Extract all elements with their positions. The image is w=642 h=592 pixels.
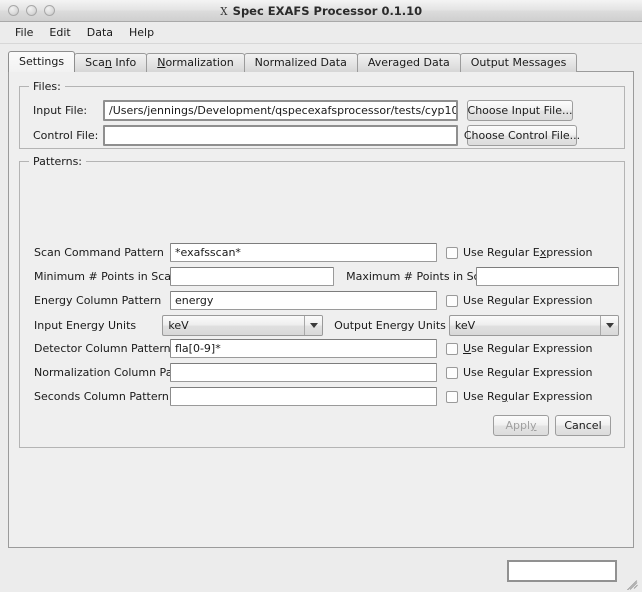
detector-column-row: Detector Column Pattern fla[0-9]* Use Re…	[34, 339, 609, 358]
energy-column-row: Energy Column Pattern energy Use Regular…	[34, 291, 609, 310]
seconds-column-row: Seconds Column Pattern Use Regular Expre…	[34, 387, 609, 406]
tab-output-messages-label: Output Messages	[470, 56, 567, 69]
resize-grip-icon[interactable]	[627, 577, 640, 590]
status-bar	[0, 550, 642, 592]
cancel-button[interactable]: Cancel	[555, 415, 611, 436]
energy-units-row: Input Energy Units keV Output Energy Uni…	[34, 315, 619, 336]
checkbox-box	[446, 246, 458, 259]
seconds-column-regex-label: Use Regular Expression	[463, 390, 593, 403]
detector-column-regex-checkbox[interactable]: Use Regular Expression	[446, 342, 592, 355]
chevron-down-icon[interactable]	[600, 316, 618, 335]
tab-settings-label: Settings	[19, 55, 65, 68]
files-group: Files: Input File: /Users/jennings/Devel…	[19, 80, 625, 149]
tab-averaged-data[interactable]: Averaged Data	[356, 53, 461, 72]
window-title-text: Spec EXAFS Processor 0.1.10	[232, 4, 423, 18]
max-points-label: Maximum # Points in Scan	[346, 270, 494, 283]
normalization-column-regex-label: Use Regular Expression	[463, 366, 593, 379]
control-file-label: Control File:	[33, 129, 99, 142]
settings-panel: Files: Input File: /Users/jennings/Devel…	[8, 71, 634, 548]
output-energy-units-label: Output Energy Units	[334, 319, 446, 332]
checkbox-box	[446, 342, 458, 355]
scan-command-label: Scan Command Pattern	[34, 246, 164, 259]
control-file-field[interactable]	[103, 125, 458, 146]
tab-scan-info[interactable]: Scan Info	[74, 53, 148, 72]
menu-edit[interactable]: Edit	[42, 24, 77, 41]
normalization-column-regex-checkbox[interactable]: Use Regular Expression	[446, 366, 592, 379]
checkbox-box	[446, 390, 458, 403]
detector-column-label: Detector Column Pattern	[34, 342, 171, 355]
patterns-actions: Apply Cancel	[493, 415, 611, 436]
input-energy-units-combo[interactable]: keV	[162, 315, 324, 336]
input-file-label: Input File:	[33, 104, 88, 117]
tab-normalization[interactable]: Normalization	[146, 53, 245, 72]
window-title: X Spec EXAFS Processor 0.1.10	[0, 0, 642, 22]
input-file-field[interactable]: /Users/jennings/Development/qspecexafspr…	[103, 100, 458, 121]
detector-column-input[interactable]: fla[0-9]*	[170, 339, 437, 358]
scan-command-regex-label: Use Regular Expression	[463, 246, 593, 259]
tab-averaged-data-label: Averaged Data	[367, 56, 450, 69]
choose-control-file-button[interactable]: Choose Control File...	[464, 125, 580, 146]
input-file-row: Input File: /Users/jennings/Development/…	[33, 100, 613, 121]
tab-normalized-data-label: Normalized Data	[254, 56, 347, 69]
points-range-row: Minimum # Points in Scan Maximum # Point…	[34, 267, 619, 286]
chevron-down-icon[interactable]	[304, 316, 323, 335]
energy-column-regex-checkbox[interactable]: Use Regular Expression	[446, 294, 592, 307]
tab-normalized-data[interactable]: Normalized Data	[243, 53, 358, 72]
choose-input-file-button[interactable]: Choose Input File...	[467, 100, 573, 121]
menu-data[interactable]: Data	[80, 24, 120, 41]
apply-button-label: Apply	[505, 419, 537, 432]
input-energy-units-value: keV	[168, 319, 189, 332]
checkbox-box	[446, 294, 458, 307]
seconds-column-label: Seconds Column Pattern	[34, 390, 169, 403]
scan-command-regex-checkbox[interactable]: Use Regular Expression	[446, 246, 592, 259]
tab-strip: Settings Scan Info Normalization Normali…	[8, 51, 642, 72]
apply-button[interactable]: Apply	[493, 415, 549, 436]
detector-column-regex-label: Use Regular Expression	[463, 342, 593, 355]
menu-bar: File Edit Data Help	[0, 22, 642, 44]
seconds-column-input[interactable]	[170, 387, 437, 406]
energy-column-label: Energy Column Pattern	[34, 294, 162, 307]
scan-command-input[interactable]: *exafsscan*	[170, 243, 437, 262]
energy-column-regex-label: Use Regular Expression	[463, 294, 593, 307]
patterns-group: Patterns: Scan Command Pattern *exafssca…	[19, 155, 625, 448]
normalization-column-input[interactable]	[170, 363, 437, 382]
output-energy-units-value: keV	[454, 319, 476, 332]
normalization-column-label: Normalization Column Pattern	[34, 366, 200, 379]
files-group-legend: Files:	[29, 80, 65, 93]
min-points-input[interactable]	[170, 267, 335, 286]
normalization-column-row: Normalization Column Pattern Use Regular…	[34, 363, 609, 382]
max-points-input[interactable]	[476, 267, 619, 286]
menu-help[interactable]: Help	[122, 24, 161, 41]
energy-column-input[interactable]: energy	[170, 291, 437, 310]
output-energy-units-combo[interactable]: keV	[448, 315, 619, 336]
tab-normalization-label: Normalization	[157, 56, 234, 69]
input-energy-units-label: Input Energy Units	[34, 319, 137, 332]
tab-settings[interactable]: Settings	[8, 51, 76, 72]
tab-output-messages[interactable]: Output Messages	[459, 53, 578, 72]
status-field[interactable]	[507, 560, 617, 582]
menu-file[interactable]: File	[8, 24, 40, 41]
patterns-group-legend: Patterns:	[29, 155, 87, 168]
checkbox-box	[446, 366, 458, 379]
title-bar: X Spec EXAFS Processor 0.1.10	[0, 0, 642, 22]
x11-icon: X	[220, 4, 228, 18]
tab-scan-info-label: Scan Info	[85, 56, 137, 69]
application-window: X Spec EXAFS Processor 0.1.10 File Edit …	[0, 0, 642, 592]
control-file-row: Control File: Choose Control File...	[33, 125, 613, 146]
min-points-label: Minimum # Points in Scan	[34, 270, 178, 283]
seconds-column-regex-checkbox[interactable]: Use Regular Expression	[446, 390, 592, 403]
scan-command-row: Scan Command Pattern *exafsscan* Use Reg…	[34, 243, 609, 262]
